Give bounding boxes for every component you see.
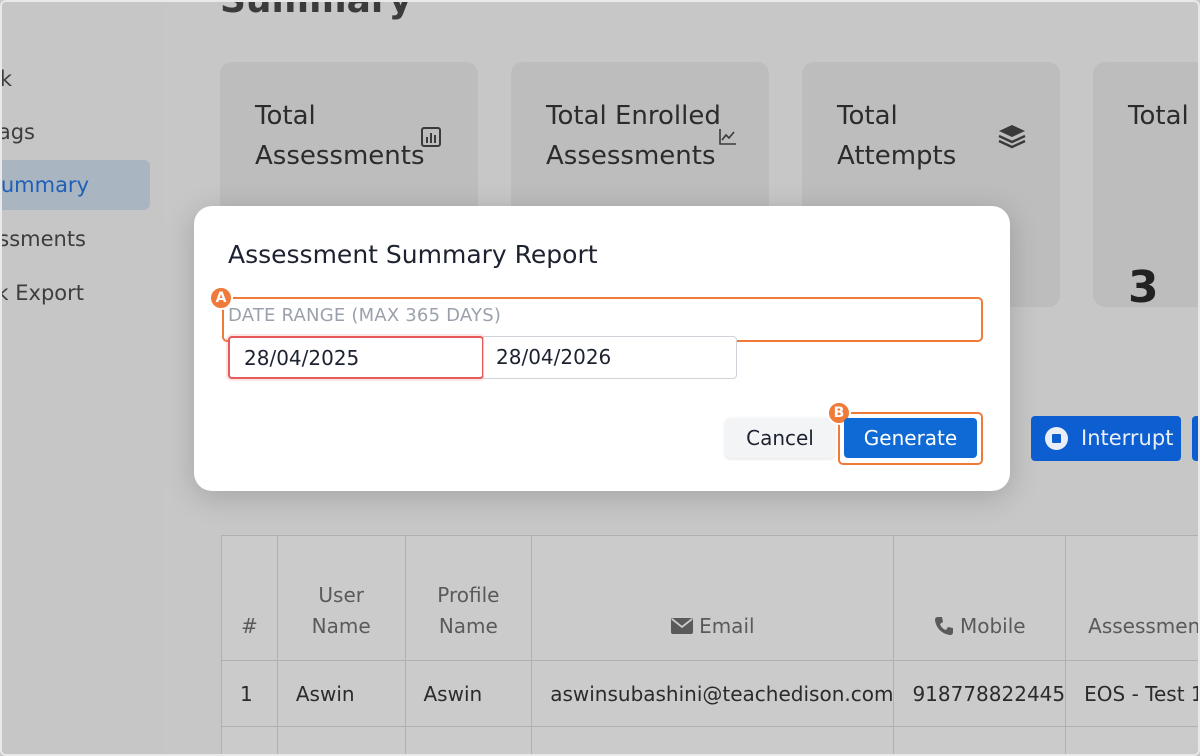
cancel-button[interactable]: Cancel: [725, 418, 835, 458]
col-header-assessment[interactable]: Assessment: [1065, 535, 1198, 661]
line-chart-icon: [719, 129, 736, 145]
envelope-icon: [671, 618, 694, 634]
card-title: Total Enrolled Assessments: [546, 101, 721, 171]
sidebar-item-summary[interactable]: ummary: [2, 160, 150, 210]
col-header-mobile[interactable]: Mobile: [893, 535, 1067, 661]
table-row[interactable]: [221, 726, 1198, 754]
generate-button[interactable]: Generate: [844, 418, 977, 458]
sidebar-item-label: ags: [0, 120, 35, 144]
card-value: 3: [1128, 262, 1159, 313]
date-range-label: DATE RANGE (MAX 365 DAYS): [228, 305, 502, 326]
cell-mobile: 918778822445: [893, 660, 1067, 727]
report-dialog: Assessment Summary Report A DATE RANGE (…: [194, 206, 1010, 491]
phone-icon: [934, 617, 953, 635]
toolbar-button-partial[interactable]: [1192, 416, 1198, 461]
cell-assessment: EOS - Test 1: [1065, 660, 1198, 727]
sidebar-item-assessments[interactable]: ssments: [2, 214, 150, 264]
interrupt-label: Interrupt: [1081, 426, 1174, 450]
cell-email: aswinsubashini@teachedison.com: [531, 660, 895, 727]
sidebar-item-label: k Export: [0, 281, 84, 305]
sidebar-item-1[interactable]: k: [2, 54, 150, 104]
page-title: Summary: [220, 0, 413, 21]
cell-profile-name: Aswin: [404, 660, 533, 727]
table-header-row: # User Name Profile Name Email Mobile As…: [221, 535, 1198, 661]
stat-card-total-utilized: Total Utilize 3: [1093, 62, 1198, 313]
sidebar-item-label: ummary: [0, 173, 89, 197]
stack-icon: [998, 125, 1026, 149]
bar-chart-icon: [421, 127, 441, 147]
start-date-input[interactable]: 28/04/2025: [228, 336, 484, 379]
app-window: k ags ummary ssments k Export Summary To…: [0, 0, 1200, 756]
header-text: User Name: [311, 583, 371, 638]
sidebar-item-bulk-export[interactable]: k Export: [2, 268, 150, 318]
sidebar-item-tags[interactable]: ags: [2, 107, 150, 157]
col-header-email[interactable]: Email: [531, 535, 895, 661]
dialog-title: Assessment Summary Report: [228, 240, 598, 269]
interrupt-button[interactable]: Interrupt: [1031, 416, 1181, 461]
end-date-input[interactable]: 28/04/2026: [483, 336, 737, 379]
cell-user-name: Aswin: [276, 660, 406, 727]
col-header-user-name[interactable]: User Name: [276, 535, 406, 661]
header-text: Profile Name: [437, 583, 500, 638]
header-text: Email: [699, 614, 755, 638]
results-table: # User Name Profile Name Email Mobile As…: [221, 535, 1198, 754]
card-title: Total Assessments: [255, 101, 425, 171]
header-text: Mobile: [959, 614, 1026, 638]
col-header-profile-name[interactable]: Profile Name: [404, 535, 533, 661]
sidebar-item-label: ssments: [0, 227, 86, 251]
stop-circle-icon: [1045, 427, 1068, 450]
card-title: Total Attempts: [837, 101, 957, 171]
cell-index: 1: [221, 660, 278, 727]
table-row[interactable]: 1 Aswin Aswin aswinsubashini@teachedison…: [221, 660, 1198, 727]
card-title: Total Utilize: [1128, 101, 1198, 131]
sidebar-item-label: k: [0, 67, 12, 91]
col-header-index[interactable]: #: [221, 535, 278, 661]
sidebar: k ags ummary ssments k Export: [2, 2, 164, 754]
